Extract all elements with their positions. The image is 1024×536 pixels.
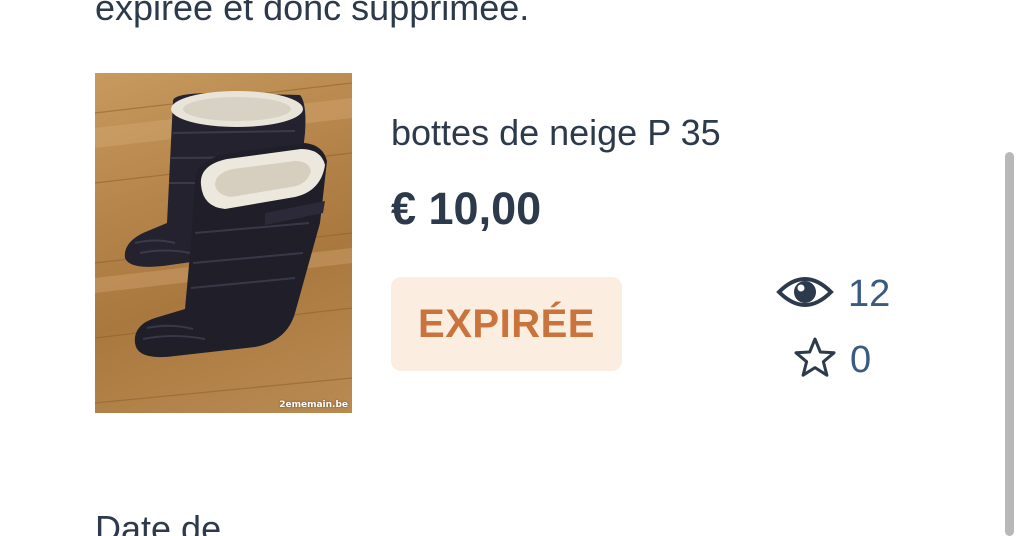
- date-label: Date de: [95, 508, 222, 536]
- star-outline-icon[interactable]: [793, 336, 837, 385]
- photo-watermark: 2ememain.be: [279, 400, 348, 410]
- favorites-count: 0: [850, 339, 872, 381]
- expired-notice-text: expirée et donc supprimée.: [95, 0, 530, 28]
- eye-icon: [776, 272, 834, 317]
- listing-title[interactable]: bottes de neige P 35: [391, 112, 721, 154]
- listing-price: € 10,00: [391, 183, 542, 234]
- views-stat: 12: [776, 272, 890, 317]
- vertical-scrollbar[interactable]: [1005, 152, 1014, 536]
- listing-thumbnail[interactable]: 2ememain.be: [95, 73, 352, 413]
- status-badge-label: EXPIRÉE: [418, 301, 595, 346]
- status-badge: EXPIRÉE: [391, 277, 622, 371]
- favorites-stat[interactable]: 0: [793, 336, 871, 385]
- snow-boots-photo: [95, 82, 352, 404]
- views-count: 12: [848, 273, 891, 315]
- listing-page: expirée et donc supprimée. 2ememain.be b…: [0, 0, 1024, 536]
